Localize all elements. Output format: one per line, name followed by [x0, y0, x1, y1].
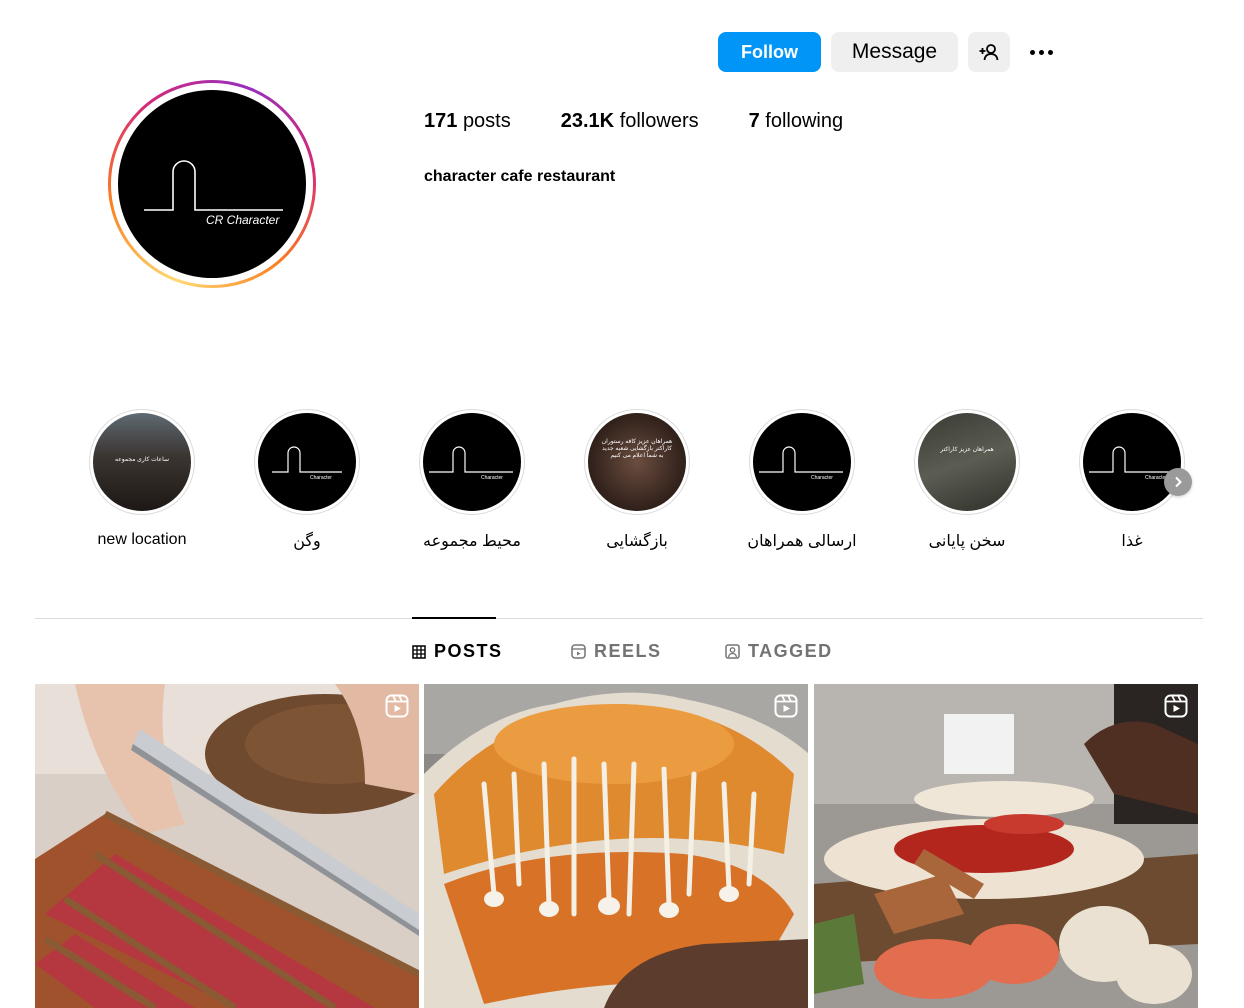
- profile-tabs: POSTS REELS TAGGED: [0, 641, 1244, 663]
- highlight-cover-text: Character: [310, 475, 332, 481]
- brand-logo: [272, 446, 342, 473]
- highlight-label: محیط مجموعه: [423, 533, 521, 550]
- highlight-ring: همراهان عزیز کاراکتر: [914, 409, 1020, 515]
- tagged-icon: [725, 644, 740, 659]
- highlight-ring: Character: [254, 409, 360, 515]
- message-button[interactable]: Message: [831, 32, 958, 72]
- brand-logo: [1089, 446, 1175, 473]
- highlight-reopening[interactable]: همراهان عزیز کافه رستوران کاراکتر بازگشا…: [562, 409, 712, 551]
- highlight-ambience[interactable]: Character محیط مجموعه: [397, 409, 547, 551]
- followers-label: followers: [619, 110, 699, 132]
- post-thumbnail[interactable]: [424, 684, 808, 1008]
- profile-actions: Follow Message: [718, 32, 1056, 72]
- profile-full-name: character cafe restaurant: [424, 168, 616, 182]
- highlight-label: سخن پایانی: [928, 533, 1006, 550]
- highlight-cover: همراهان عزیز کافه رستوران کاراکتر بازگشا…: [588, 413, 686, 511]
- tab-label: POSTS: [434, 641, 503, 661]
- highlight-cover-text: Character: [481, 475, 503, 481]
- tab-posts[interactable]: POSTS: [412, 641, 503, 662]
- highlight-cover: ساعات کاری مجموعه: [93, 413, 191, 511]
- post-thumbnail[interactable]: [814, 684, 1198, 1008]
- highlight-cover-text: ساعات کاری مجموعه: [115, 457, 169, 463]
- more-options-icon[interactable]: [1026, 32, 1056, 72]
- logo-text: CR Character: [206, 213, 280, 227]
- post-thumbnail[interactable]: [35, 684, 419, 1008]
- highlight-ring: Character: [419, 409, 525, 515]
- highlight-cover: Character: [753, 413, 851, 511]
- highlight-vegan[interactable]: Character وگن: [232, 409, 382, 551]
- person-plus-icon: [979, 44, 999, 61]
- highlight-label: new location: [97, 531, 187, 548]
- highlight-ring: Character: [1079, 409, 1185, 515]
- highlight-new-location[interactable]: ساعات کاری مجموعه new location: [67, 409, 217, 549]
- tab-label: TAGGED: [748, 641, 833, 661]
- dot: [1038, 49, 1044, 55]
- following-stat[interactable]: 7 following: [749, 110, 844, 133]
- post-image: [814, 684, 1198, 1008]
- dot: [1029, 49, 1035, 55]
- highlight-cover: Character: [423, 413, 521, 511]
- highlight-label: غذا: [1121, 533, 1143, 550]
- following-label: following: [765, 110, 844, 132]
- brand-logo: CR Character: [144, 160, 283, 227]
- reel-icon: [774, 694, 798, 718]
- highlight-cover: همراهان عزیز کاراکتر: [918, 413, 1016, 511]
- grid-icon: [412, 644, 426, 659]
- posts-label: posts: [462, 110, 511, 132]
- highlight-shared-by-followers[interactable]: Character ارسالی همراهان: [727, 409, 877, 551]
- highlights-next-button[interactable]: [1164, 468, 1192, 496]
- highlight-ring: ساعات کاری مجموعه: [89, 409, 195, 515]
- avatar-gap: CR Character: [111, 83, 313, 285]
- highlight-cover-text: همراهان عزیز کافه رستوران کاراکتر بازگشا…: [601, 439, 673, 459]
- highlight-cover-text: Character: [811, 475, 833, 481]
- tab-tagged[interactable]: TAGGED: [725, 641, 833, 662]
- tabs-divider: [35, 618, 1203, 619]
- highlight-cover-text: همراهان عزیز کاراکتر: [940, 447, 994, 453]
- profile-avatar[interactable]: CR Character: [118, 90, 306, 278]
- suggest-user-button[interactable]: [968, 32, 1010, 72]
- reel-icon: [385, 694, 409, 718]
- chevron-right-icon: [1175, 476, 1182, 488]
- post-image: [424, 684, 808, 1008]
- dot: [1047, 49, 1053, 55]
- reel-icon: [1164, 694, 1188, 718]
- tab-label: REELS: [594, 641, 662, 661]
- followers-count: 23.1K: [560, 110, 615, 132]
- highlight-label: بازگشایی: [606, 533, 668, 550]
- active-tab-indicator: [412, 617, 496, 619]
- reels-icon: [571, 644, 586, 659]
- highlight-ring: Character: [749, 409, 855, 515]
- posts-count: 171: [424, 110, 458, 132]
- following-count: 7: [748, 110, 760, 132]
- follow-button[interactable]: Follow: [718, 32, 821, 72]
- highlight-cover: Character: [1083, 413, 1181, 511]
- followers-stat[interactable]: 23.1K followers: [561, 110, 699, 133]
- profile-stats: 171 posts 23.1K followers 7 following: [424, 110, 893, 133]
- profile-avatar-ring[interactable]: CR Character: [108, 80, 316, 288]
- highlight-ring: همراهان عزیز کافه رستوران کاراکتر بازگشا…: [584, 409, 690, 515]
- highlight-label: وگن: [293, 533, 321, 550]
- highlight-cover: Character: [258, 413, 356, 511]
- posts-stat: 171 posts: [424, 110, 511, 133]
- brand-logo: [429, 446, 513, 473]
- brand-logo: [759, 446, 843, 473]
- highlight-closing-words[interactable]: همراهان عزیز کاراکتر سخن پایانی: [892, 409, 1042, 551]
- highlight-label: ارسالی همراهان: [747, 533, 857, 550]
- tab-reels[interactable]: REELS: [571, 641, 662, 662]
- post-image: [35, 684, 419, 1008]
